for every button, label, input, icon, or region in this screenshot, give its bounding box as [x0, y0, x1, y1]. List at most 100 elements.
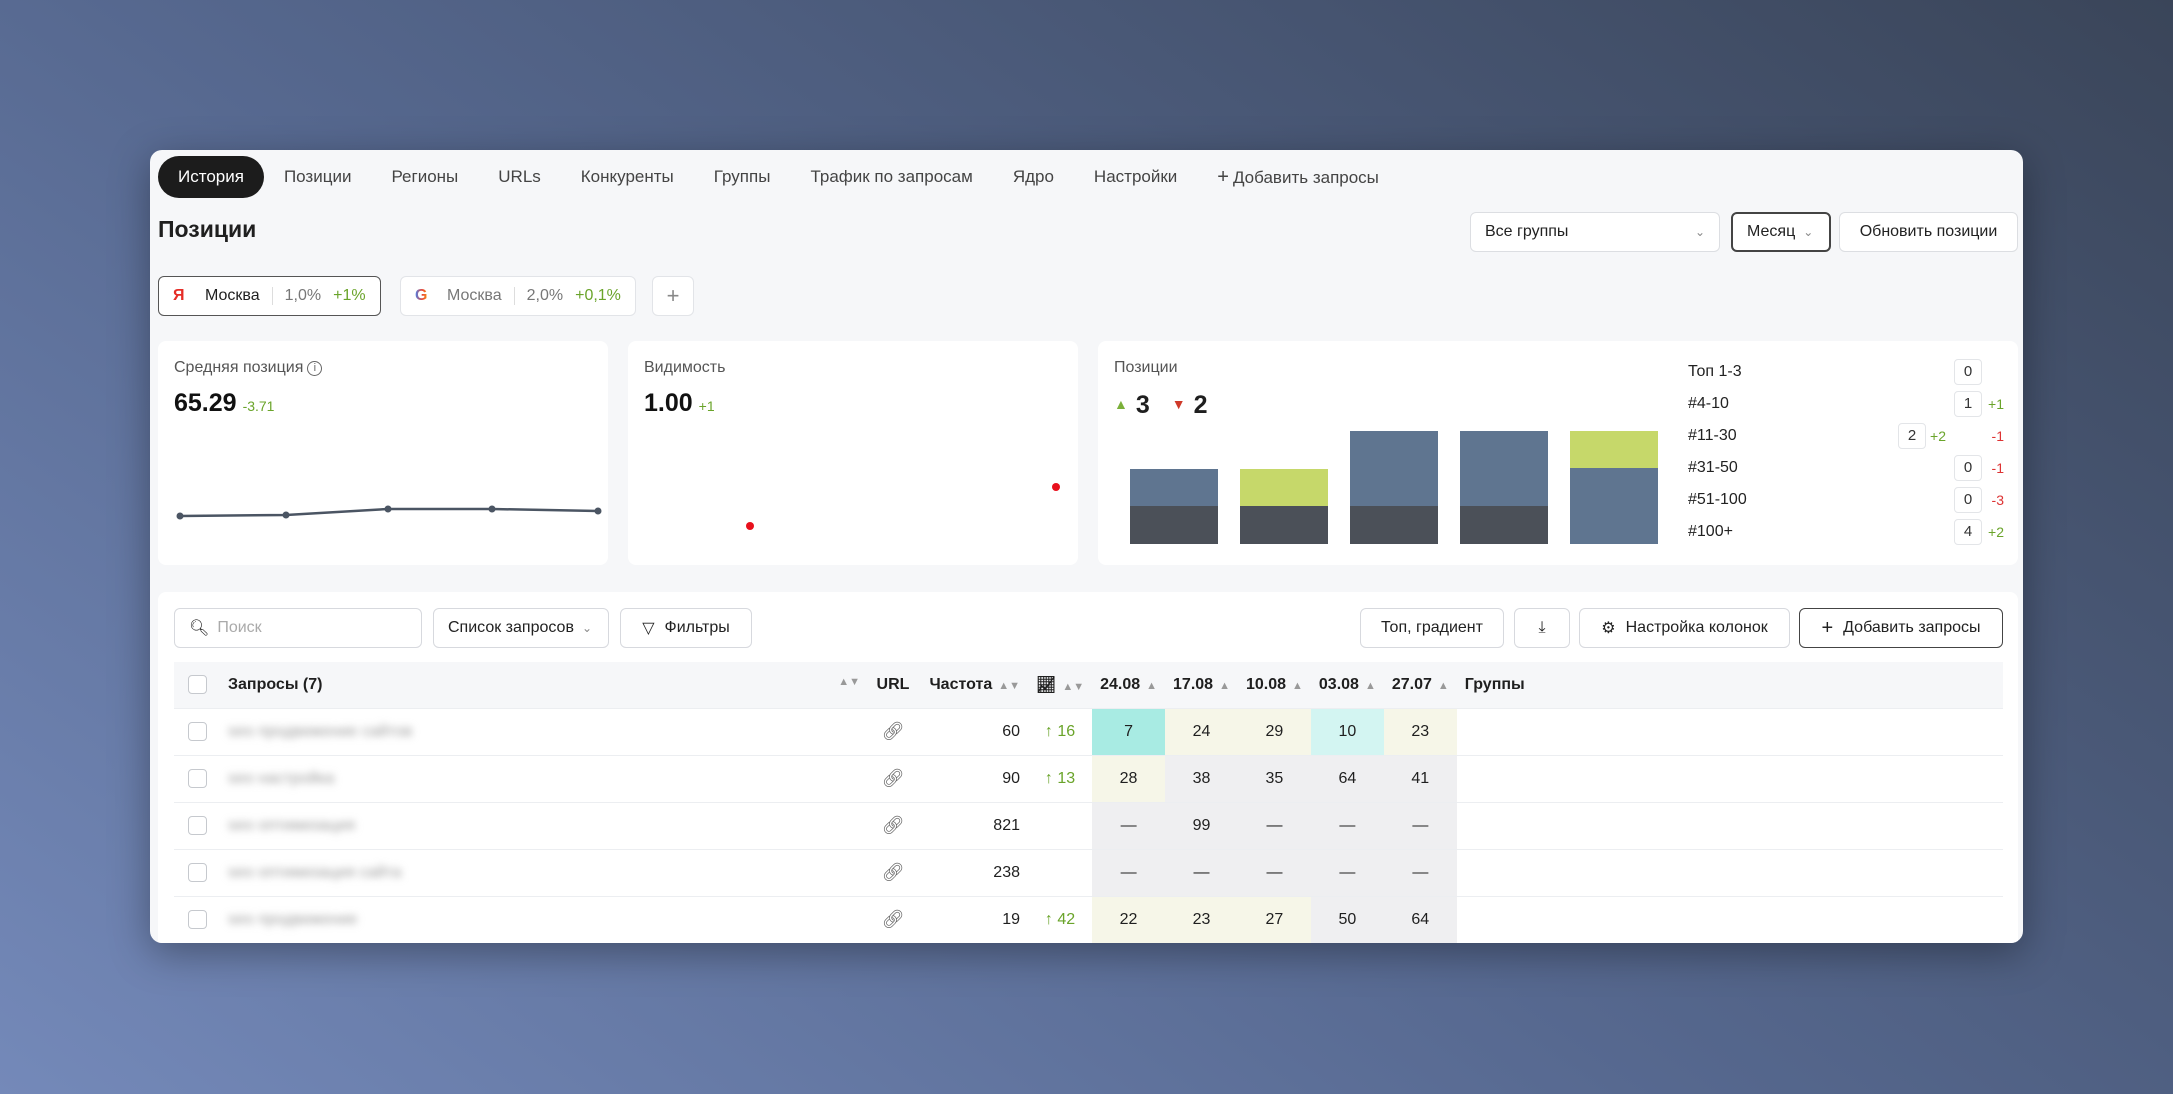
bar-segment-blue [1460, 431, 1548, 506]
search-input[interactable]: 🔍︎ Поиск [174, 608, 422, 648]
col-date-5[interactable]: 27.07 ▲ [1384, 662, 1457, 708]
legend-value: 1 [1954, 391, 1982, 417]
table-row[interactable]: seo оптимизация сайта 🔗︎ 238 — — — — — [174, 848, 2003, 896]
table-row[interactable]: seo настройка 🔗︎ 90 ↑ 13 28 38 35 64 41 [174, 754, 2003, 802]
add-queries-button[interactable]: + Добавить запросы [1799, 608, 2003, 648]
visibility-point [1052, 483, 1060, 491]
date-label: 24.08 [1100, 675, 1141, 693]
tab-history[interactable]: История [158, 156, 264, 198]
link-icon[interactable]: 🔗︎ [882, 815, 905, 835]
table-header: Запросы (7) ▲▼ URL Частота ▲▼ 📈︎ ▲▼ 24.08 ▲ … [174, 662, 2003, 708]
tab-add-queries[interactable]: + Добавить запросы [1197, 156, 1399, 198]
columns-settings-button[interactable]: ⚙ Настройка колонок [1579, 608, 1790, 648]
position-cell: 29 [1237, 707, 1311, 755]
link-icon[interactable]: 🔗︎ [882, 721, 905, 741]
legend-row-51-100: #51-100 0 -3 [1688, 484, 2004, 516]
dynamics-cell: ↑ 42 [1028, 895, 1093, 943]
tab-urls[interactable]: URLs [478, 156, 561, 198]
sparkline-point [488, 505, 496, 513]
url-cell: 🔗︎ [868, 707, 918, 755]
dynamics-cell: ↑ 13 [1028, 754, 1093, 802]
add-queries-label: Добавить запросы [1843, 619, 1981, 636]
tab-positions[interactable]: Позиции [264, 156, 372, 198]
position-cell: 38 [1165, 754, 1238, 802]
tab-traffic[interactable]: Трафик по запросам [790, 156, 992, 198]
sort-icon[interactable]: ▲ [1146, 680, 1157, 692]
table-row[interactable]: seo продвижение сайтов 🔗︎ 60 ↑ 16 7 24 2… [174, 707, 2003, 755]
dynamics-cell: ↑ 16 [1028, 707, 1093, 755]
tab-core[interactable]: Ядро [993, 156, 1074, 198]
position-cell: — [1237, 801, 1311, 849]
row-checkbox[interactable] [187, 816, 207, 835]
row-checkbox[interactable] [187, 769, 207, 788]
frequency-cell: 821 [918, 801, 1028, 849]
legend-delta: -1 [1991, 460, 2004, 476]
query-list-select[interactable]: Список запросов ⌄ [433, 608, 609, 648]
sort-icon[interactable]: ▲▼ [998, 680, 1020, 692]
queries-panel: 🔍︎ Поиск Список запросов ⌄ ▽ Фильтры Топ, г… [158, 592, 2018, 943]
position-cell: — [1092, 801, 1166, 849]
period-select[interactable]: Месяц ⌄ [1731, 212, 1831, 252]
query-text: seo продвижение [228, 910, 358, 928]
sort-icon[interactable]: ▲ [1219, 680, 1230, 692]
region-chip-google[interactable]: G Москва 2,0% +0,1% [400, 276, 636, 316]
region-chip-yandex[interactable]: Я Москва 1,0% +1% [158, 276, 381, 316]
table-row[interactable]: seo продвижение 🔗︎ 19 ↑ 42 22 23 27 50 6… [174, 895, 2003, 943]
table-row[interactable]: seo оптимизация 🔗︎ 821 — 99 — — — [174, 801, 2003, 849]
tab-competitors[interactable]: Конкуренты [561, 156, 694, 198]
position-cell: 23 [1383, 707, 1457, 755]
top-gradient-button[interactable]: Топ, градиент [1360, 608, 1504, 648]
tab-settings[interactable]: Настройки [1074, 156, 1197, 198]
avg-position-sparkline [176, 505, 602, 520]
position-cell: 99 [1165, 801, 1238, 849]
link-icon[interactable]: 🔗︎ [882, 862, 905, 882]
col-date-2[interactable]: 17.08 ▲ [1165, 662, 1238, 708]
sort-icon[interactable]: ▲▼ [1062, 681, 1084, 693]
position-cell: 50 [1310, 895, 1384, 943]
search-placeholder: Поиск [217, 619, 262, 636]
groups-select[interactable]: Все группы ⌄ [1470, 212, 1720, 252]
col-queries[interactable]: Запросы (7) ▲▼ [220, 662, 868, 708]
col-date-3[interactable]: 10.08 ▲ [1238, 662, 1311, 708]
bar-segment-lime [1240, 469, 1328, 506]
groups-cell [1456, 801, 2003, 849]
tab-regions[interactable]: Регионы [371, 156, 478, 198]
row-checkbox[interactable] [187, 863, 207, 882]
col-date-1[interactable]: 24.08 ▲ [1092, 662, 1165, 708]
col-frequency[interactable]: Частота ▲▼ [918, 662, 1028, 708]
filters-button[interactable]: ▽ Фильтры [620, 608, 752, 648]
sort-icon[interactable]: ▲ [1438, 680, 1449, 692]
row-checkbox[interactable] [187, 722, 207, 741]
frequency-cell: 90 [918, 754, 1028, 802]
add-region-button[interactable]: + [652, 276, 694, 316]
sort-icon[interactable]: ▲▼ [838, 676, 860, 688]
sort-icon[interactable]: ▲ [1365, 680, 1376, 692]
plus-icon: + [1821, 616, 1834, 639]
sparkline-point [594, 507, 602, 515]
update-positions-button[interactable]: Обновить позиции [1839, 212, 2018, 252]
col-date-4[interactable]: 03.08 ▲ [1311, 662, 1384, 708]
dynamics-cell [1028, 801, 1093, 849]
row-checkbox[interactable] [187, 910, 207, 930]
download-button[interactable]: ⤓ [1514, 608, 1570, 648]
col-queries-label: Запросы (7) [228, 675, 323, 693]
col-dynamics[interactable]: 📈︎ ▲▼ [1028, 662, 1092, 708]
legend-value: 0 [1954, 359, 1982, 385]
col-groups: Группы [1464, 675, 1525, 693]
select-all-checkbox[interactable] [187, 675, 207, 695]
query-text: seo настройка [228, 769, 335, 787]
legend-delta: +2 [1988, 524, 2004, 540]
sparkline-point [282, 511, 290, 519]
link-icon[interactable]: 🔗︎ [882, 768, 905, 788]
google-icon: G [415, 287, 437, 305]
link-icon[interactable]: 🔗︎ [882, 909, 905, 929]
filter-icon: ▽ [642, 620, 655, 637]
visibility-sparkline [746, 483, 1060, 530]
tab-groups[interactable]: Группы [694, 156, 791, 198]
columns-settings-label: Настройка колонок [1625, 619, 1768, 636]
legend-value: 4 [1954, 519, 1982, 545]
sort-icon[interactable]: ▲ [1292, 680, 1303, 692]
visibility-point [746, 522, 754, 530]
row-select-cell [174, 707, 220, 755]
url-cell: 🔗︎ [868, 848, 918, 896]
